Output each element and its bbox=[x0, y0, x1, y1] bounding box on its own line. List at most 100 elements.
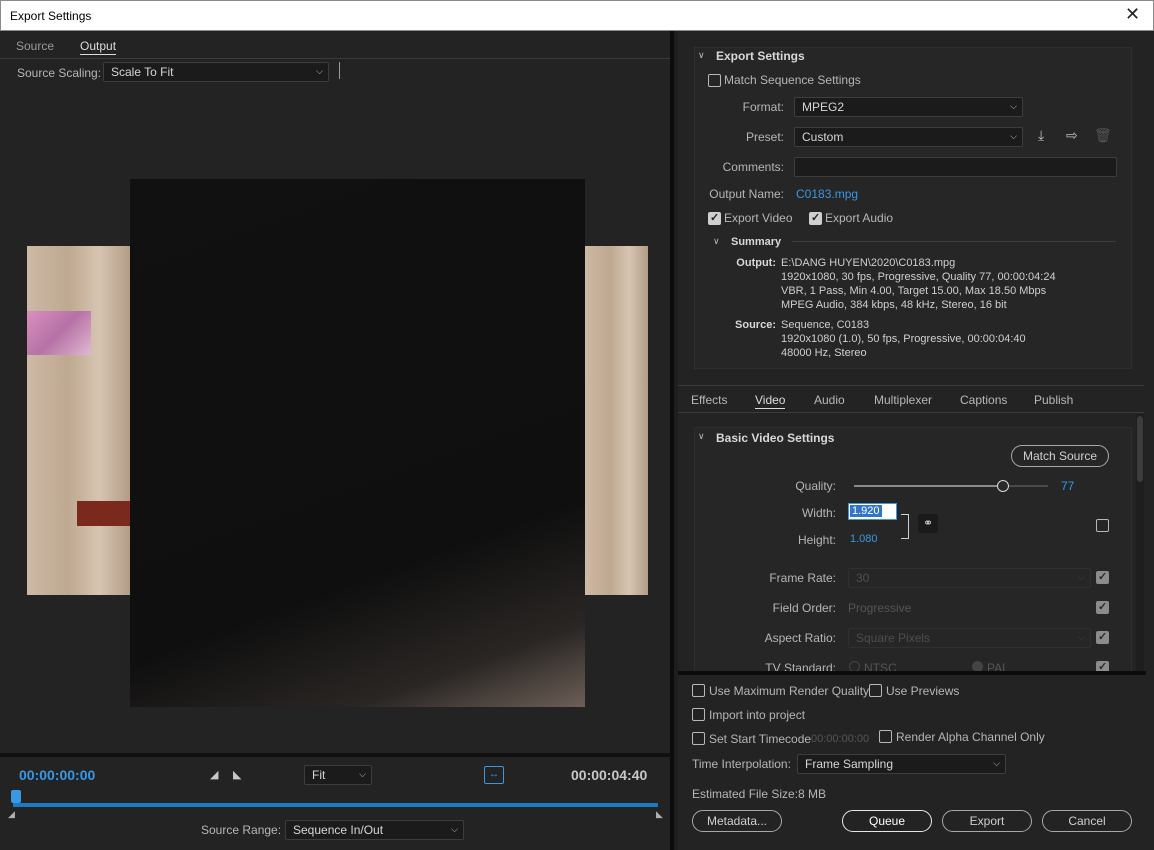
width-value: 1.920 bbox=[850, 505, 882, 517]
max-render-quality-label[interactable]: Use Maximum Render Quality bbox=[709, 684, 869, 698]
render-alpha-checkbox[interactable] bbox=[879, 730, 892, 743]
max-render-quality-checkbox[interactable] bbox=[692, 684, 705, 697]
source-range-dropdown[interactable]: Sequence In/Out ⌵ bbox=[285, 820, 464, 840]
chevron-down-icon[interactable]: ∨ bbox=[713, 236, 720, 247]
summary-line: 1920x1080 (1.0), 50 fps, Progressive, 00… bbox=[781, 333, 1026, 345]
width-input[interactable]: 1.920 bbox=[848, 503, 897, 520]
import-into-project-label[interactable]: Import into project bbox=[709, 708, 805, 722]
field-order-label: Field Order: bbox=[772, 601, 836, 615]
cancel-button[interactable]: Cancel bbox=[1042, 810, 1132, 832]
scrollbar-track[interactable] bbox=[1136, 414, 1144, 672]
match-source-button[interactable]: Match Source bbox=[1011, 445, 1109, 467]
quality-value[interactable]: 77 bbox=[1061, 479, 1074, 493]
summary-output-label: Output: bbox=[736, 257, 776, 269]
set-start-timecode-checkbox[interactable] bbox=[692, 732, 705, 745]
fit-dropdown[interactable]: Fit ⌵ bbox=[304, 765, 372, 785]
in-point-marker-icon[interactable]: ◢ bbox=[8, 809, 15, 820]
metadata-button[interactable]: Metadata... bbox=[692, 810, 782, 832]
timecode-current[interactable]: 00:00:00:00 bbox=[19, 767, 95, 783]
title-bar: Export Settings ✕ bbox=[0, 0, 1154, 31]
ntsc-radio[interactable] bbox=[849, 661, 860, 671]
bottom-separator bbox=[678, 671, 1146, 675]
frame-rate-dropdown[interactable]: 30 ⌵ bbox=[848, 568, 1091, 588]
field-order-value: Progressive bbox=[848, 601, 912, 615]
delete-preset-icon[interactable]: 🗑 bbox=[1094, 127, 1112, 144]
scrollbar-thumb[interactable] bbox=[1137, 416, 1143, 482]
source-scaling-dropdown[interactable]: Scale To Fit ⌵ bbox=[103, 62, 329, 82]
format-dropdown[interactable]: MPEG2 ⌵ bbox=[794, 97, 1023, 117]
output-name-link[interactable]: C0183.mpg bbox=[796, 187, 858, 201]
aspect-toggle-icon[interactable]: ↔ bbox=[484, 766, 504, 784]
quality-slider-fill bbox=[854, 485, 1003, 487]
playhead-icon[interactable] bbox=[11, 790, 21, 803]
render-alpha-label[interactable]: Render Alpha Channel Only bbox=[896, 730, 1045, 744]
quality-slider-track[interactable] bbox=[854, 480, 1048, 492]
tab-video[interactable]: Video bbox=[755, 393, 786, 409]
basic-video-header[interactable]: Basic Video Settings bbox=[716, 431, 834, 445]
preview-frame-left bbox=[27, 246, 130, 595]
save-preset-icon[interactable]: ⤓ bbox=[1038, 127, 1044, 144]
tv-standard-label: TV Standard: bbox=[765, 661, 836, 671]
preview-pane: Source Output Source Scaling: Scale To F… bbox=[0, 31, 674, 850]
quality-label: Quality: bbox=[795, 479, 836, 493]
source-range-value: Sequence In/Out bbox=[293, 823, 384, 837]
tab-divider bbox=[0, 58, 670, 59]
import-preset-icon[interactable]: ⇨ bbox=[1066, 127, 1078, 144]
timeline-separator bbox=[0, 753, 670, 757]
queue-button[interactable]: Queue bbox=[842, 810, 932, 832]
chevron-down-icon[interactable]: ∨ bbox=[698, 431, 705, 442]
comments-input[interactable] bbox=[794, 157, 1117, 177]
tab-audio[interactable]: Audio bbox=[814, 393, 845, 407]
rank-insignia bbox=[77, 501, 130, 526]
pixelated-patch bbox=[27, 311, 91, 355]
tab-multiplexer[interactable]: Multiplexer bbox=[874, 393, 932, 407]
export-video-checkbox[interactable] bbox=[708, 211, 721, 225]
summary-line: 1920x1080, 30 fps, Progressive, Quality … bbox=[781, 271, 1056, 283]
export-video-label[interactable]: Export Video bbox=[724, 211, 793, 225]
aspect-ratio-dropdown[interactable]: Square Pixels ⌵ bbox=[848, 628, 1091, 648]
timeline-bar[interactable] bbox=[13, 803, 658, 807]
source-scaling-value: Scale To Fit bbox=[111, 65, 174, 79]
chevron-down-icon[interactable]: ∨ bbox=[698, 50, 705, 61]
tab-publish[interactable]: Publish bbox=[1034, 393, 1073, 407]
frame-rate-value: 30 bbox=[856, 571, 870, 585]
mark-in-icon[interactable]: ◢ bbox=[210, 768, 218, 781]
quality-slider-thumb[interactable] bbox=[997, 480, 1009, 492]
out-point-marker-icon[interactable]: ◣ bbox=[656, 809, 663, 820]
pal-radio[interactable] bbox=[972, 661, 983, 671]
import-into-project-checkbox[interactable] bbox=[692, 708, 705, 721]
summary-line: E:\DANG HUYEN\2020\C0183.mpg bbox=[781, 257, 956, 269]
summary-source-text: Sequence, C0183 1920x1080 (1.0), 50 fps,… bbox=[781, 318, 1026, 360]
tv-standard-match-checkbox[interactable] bbox=[1096, 660, 1109, 671]
use-previews-label[interactable]: Use Previews bbox=[886, 684, 959, 698]
width-label: Width: bbox=[801, 506, 836, 520]
tabs-top-divider bbox=[678, 385, 1144, 386]
use-previews-checkbox[interactable] bbox=[869, 684, 882, 697]
height-value[interactable]: 1.080 bbox=[850, 533, 878, 545]
mark-out-icon[interactable]: ◣ bbox=[233, 768, 241, 781]
frame-rate-match-checkbox[interactable] bbox=[1096, 570, 1109, 584]
summary-line: MPEG Audio, 384 kbps, 48 kHz, Stereo, 16… bbox=[781, 299, 1007, 311]
preset-dropdown[interactable]: Custom ⌵ bbox=[794, 127, 1023, 147]
aspect-ratio-match-checkbox[interactable] bbox=[1096, 630, 1109, 644]
width-height-match-checkbox[interactable] bbox=[1096, 519, 1109, 532]
export-audio-label[interactable]: Export Audio bbox=[825, 211, 893, 225]
close-icon[interactable]: ✕ bbox=[1125, 4, 1140, 25]
tab-source[interactable]: Source bbox=[16, 39, 54, 53]
tab-output[interactable]: Output bbox=[80, 39, 117, 55]
tab-effects[interactable]: Effects bbox=[691, 393, 727, 407]
export-settings-header[interactable]: Export Settings bbox=[716, 49, 805, 63]
export-button[interactable]: Export bbox=[942, 810, 1032, 832]
match-sequence-checkbox[interactable] bbox=[708, 74, 721, 87]
height-label: Height: bbox=[797, 533, 836, 547]
summary-header[interactable]: Summary bbox=[731, 236, 781, 248]
field-order-match-checkbox[interactable] bbox=[1096, 600, 1109, 614]
time-interpolation-dropdown[interactable]: Frame Sampling ⌵ bbox=[797, 754, 1006, 774]
export-audio-checkbox[interactable] bbox=[809, 211, 822, 225]
set-start-timecode-label[interactable]: Set Start Timecode bbox=[709, 732, 811, 746]
start-timecode-value[interactable]: 00:00:00:00 bbox=[811, 733, 869, 745]
tab-captions[interactable]: Captions bbox=[960, 393, 1007, 407]
link-chain-icon[interactable]: ⚭ bbox=[918, 514, 938, 533]
match-sequence-label[interactable]: Match Sequence Settings bbox=[724, 73, 861, 87]
summary-line: 48000 Hz, Stereo bbox=[781, 347, 867, 359]
